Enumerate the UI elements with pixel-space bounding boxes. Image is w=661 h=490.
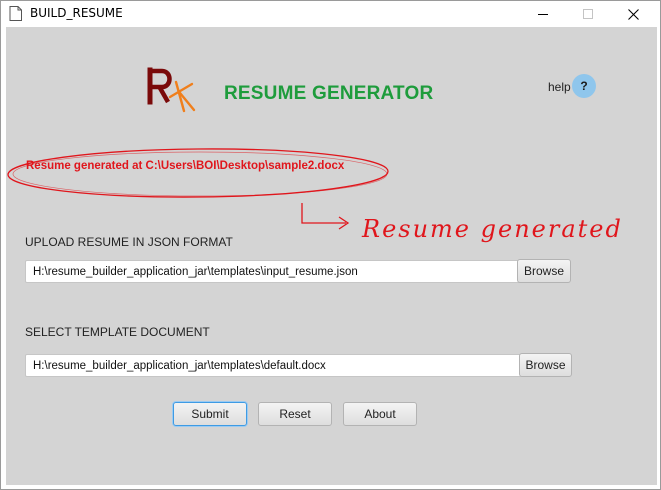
- annotation-ellipse: [7, 148, 389, 198]
- status-message: Resume generated at C:\Users\BOI\Desktop…: [26, 160, 345, 172]
- close-icon: [627, 8, 639, 20]
- annotation-arrow: [301, 203, 346, 224]
- template-path-input[interactable]: [25, 354, 523, 377]
- browse-json-button[interactable]: Browse: [517, 259, 571, 283]
- json-path-input[interactable]: [25, 260, 521, 283]
- rk-logo-icon: [147, 67, 196, 113]
- help-button[interactable]: ?: [572, 74, 596, 98]
- template-label: SELECT TEMPLATE DOCUMENT: [25, 325, 210, 339]
- about-button[interactable]: About: [343, 402, 417, 426]
- app-window: BUILD_RESUME RESUME GENERATOR help ? Res…: [0, 0, 661, 490]
- annotation-text: Resume generated: [362, 215, 623, 243]
- document-icon: [9, 6, 22, 21]
- title-bar[interactable]: BUILD_RESUME: [1, 1, 660, 27]
- json-upload-label: UPLOAD RESUME IN JSON FORMAT: [25, 235, 233, 249]
- minimize-button[interactable]: [520, 1, 566, 27]
- maximize-button[interactable]: [565, 1, 611, 27]
- close-button[interactable]: [610, 1, 656, 27]
- maximize-icon: [583, 9, 593, 19]
- reset-button[interactable]: Reset: [258, 402, 332, 426]
- help-label: help: [548, 80, 571, 94]
- submit-button[interactable]: Submit: [173, 402, 247, 426]
- browse-template-button[interactable]: Browse: [519, 353, 572, 377]
- main-panel: RESUME GENERATOR help ? Resume generated…: [6, 27, 657, 485]
- minimize-icon: [538, 14, 548, 15]
- window-title: BUILD_RESUME: [30, 6, 123, 20]
- app-title: RESUME GENERATOR: [224, 83, 434, 104]
